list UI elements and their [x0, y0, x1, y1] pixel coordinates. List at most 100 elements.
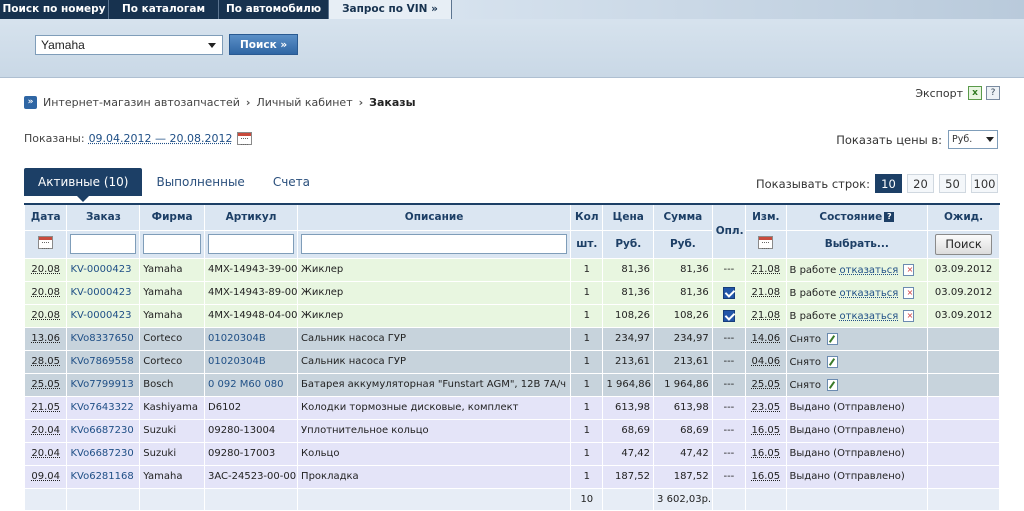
- edit-note-icon[interactable]: [827, 378, 839, 391]
- table-row[interactable]: 21.05 KVo7643322 Kashiyama D6102 Колодки тор…: [23, 395, 1000, 420]
- cell-paid: ---: [711, 441, 747, 466]
- rows-option-20[interactable]: 20: [907, 174, 934, 193]
- article-number: 4MX-14948-04-00: [208, 310, 298, 321]
- help-icon[interactable]: ?: [986, 86, 1000, 100]
- col-order-header[interactable]: Заказ: [66, 203, 141, 231]
- article-number[interactable]: 0 092 M60 080: [208, 379, 283, 390]
- cancel-document-icon[interactable]: ×: [903, 263, 915, 276]
- calendar-icon[interactable]: [236, 132, 252, 145]
- cell-paid: ---: [711, 257, 747, 282]
- col-firm-header[interactable]: Фирма: [139, 203, 205, 231]
- col-date-header[interactable]: Дата: [23, 203, 68, 231]
- tab-vin-request[interactable]: Запрос по VIN »: [329, 0, 452, 19]
- total-qty: 10: [570, 487, 604, 511]
- table-row[interactable]: 20.08 KV-0000423 Yamaha 4MX-14943-89-00 Жикл…: [23, 280, 1000, 305]
- total-empty-cell: [203, 487, 299, 511]
- order-number-link[interactable]: KVo6281168: [70, 471, 133, 482]
- rows-per-page-label: Показывать строк:: [755, 176, 870, 191]
- search-button[interactable]: Поиск »: [229, 34, 299, 55]
- table-row[interactable]: 20.04 KVo6687230 Suzuki 09280-17003 Кольцо 1 4…: [23, 441, 1000, 466]
- cell-changed: 25.05: [745, 372, 787, 397]
- article-filter-input[interactable]: [208, 234, 295, 254]
- order-number-link[interactable]: KV-0000423: [70, 287, 131, 298]
- cell-state: Выдано (Отправлено): [785, 464, 929, 489]
- excel-export-icon[interactable]: x: [968, 86, 982, 100]
- breadcrumb-cabinet[interactable]: Личный кабинет: [256, 96, 352, 109]
- order-number-link[interactable]: KVo8337650: [70, 333, 133, 344]
- paid-checkbox[interactable]: [722, 309, 735, 322]
- cell-expected: 03.09.2012: [927, 303, 1000, 328]
- col-paid-header[interactable]: Опл.: [711, 203, 747, 259]
- cell-expected: [927, 372, 1000, 397]
- cancel-order-link[interactable]: отказаться: [840, 288, 899, 299]
- order-number-link[interactable]: KVo7799913: [70, 379, 133, 390]
- col-expected-header[interactable]: Ожид.: [927, 203, 1000, 231]
- cancel-order-link[interactable]: отказаться: [840, 311, 899, 322]
- cell-price: 68,69: [602, 418, 655, 443]
- order-number-link[interactable]: KVo6687230: [70, 425, 133, 436]
- status-text: В работе: [789, 264, 837, 276]
- edit-note-icon[interactable]: [827, 355, 839, 368]
- order-filter-input[interactable]: [70, 234, 137, 254]
- state-filter-select[interactable]: Выбрать...: [785, 229, 929, 259]
- table-row[interactable]: 28.05 KVo7869558 Corteco 01020304B Сальник н…: [23, 349, 1000, 374]
- order-number-link[interactable]: KV-0000423: [70, 264, 131, 275]
- col-description-header[interactable]: Описание: [297, 203, 572, 231]
- help-icon[interactable]: ?: [884, 212, 895, 223]
- tab-by-catalogs[interactable]: По каталогам: [109, 0, 219, 19]
- cell-firm: Kashiyama: [139, 395, 205, 420]
- col-sum-header[interactable]: Сумма: [653, 203, 713, 231]
- calendar-icon[interactable]: [38, 236, 54, 249]
- order-number-link[interactable]: KVo7643322: [70, 402, 133, 413]
- filter-search-button[interactable]: Поиск: [935, 233, 992, 255]
- cancel-document-icon[interactable]: ×: [903, 309, 915, 322]
- col-qty-header[interactable]: Кол: [570, 203, 604, 231]
- rows-option-10[interactable]: 10: [875, 174, 902, 193]
- tab-completed-orders[interactable]: Выполненные: [142, 168, 258, 196]
- currency-select[interactable]: Руб.: [948, 130, 998, 149]
- rows-option-50[interactable]: 50: [939, 174, 966, 193]
- rows-option-100[interactable]: 100: [971, 174, 998, 193]
- col-changed-header[interactable]: Изм.: [745, 203, 787, 231]
- cancel-document-icon[interactable]: ×: [903, 286, 915, 299]
- article-number[interactable]: 01020304B: [208, 356, 266, 367]
- paid-checkbox[interactable]: [722, 286, 735, 299]
- cell-description: Уплотнительное кольцо: [297, 418, 572, 443]
- cancel-order-link[interactable]: отказаться: [840, 265, 899, 276]
- description-filter-cell: [297, 229, 572, 259]
- period-range-link[interactable]: 09.04.2012 — 20.08.2012: [89, 132, 233, 145]
- tab-search-by-number[interactable]: Поиск по номеру: [0, 0, 109, 19]
- cell-expected: 03.09.2012: [927, 280, 1000, 305]
- table-row[interactable]: 20.08 KV-0000423 Yamaha 4MX-14948-04-00 Жикл…: [23, 303, 1000, 328]
- tab-invoices[interactable]: Счета: [259, 168, 324, 196]
- tab-active-orders[interactable]: Активные (10): [24, 168, 143, 202]
- breadcrumb-shop[interactable]: Интернет-магазин автозапчастей: [43, 96, 240, 109]
- cell-description: Сальник насоса ГУР: [297, 326, 572, 351]
- table-row[interactable]: 25.05 KVo7799913 Bosch 0 092 M60 080 Батарея…: [23, 372, 1000, 397]
- table-row[interactable]: 20.08 KV-0000423 Yamaha 4MX-14943-39-00 Жикл…: [23, 257, 1000, 282]
- paid-value: ---: [723, 425, 735, 436]
- firm-filter-input[interactable]: [143, 234, 201, 254]
- col-price-header[interactable]: Цена: [602, 203, 655, 231]
- table-row[interactable]: 13.06 KVo8337650 Corteco 01020304B Сальник н…: [23, 326, 1000, 351]
- paid-value: ---: [723, 471, 735, 482]
- description-filter-input[interactable]: [301, 234, 568, 254]
- brand-select[interactable]: Yamaha: [35, 34, 223, 55]
- table-row[interactable]: 20.04 KVo6687230 Suzuki 09280-13004 Уплотнит…: [23, 418, 1000, 443]
- order-number-link[interactable]: KVo6687230: [70, 448, 133, 459]
- edit-note-icon[interactable]: [827, 332, 839, 345]
- col-article-header[interactable]: Артикул: [203, 203, 299, 231]
- cell-qty: 1: [570, 395, 604, 420]
- tab-by-vehicle[interactable]: По автомобилю: [219, 0, 329, 19]
- col-state-header[interactable]: Состояние?: [785, 203, 929, 231]
- total-empty-cell: [602, 487, 655, 511]
- total-empty-cell: [23, 487, 68, 511]
- export-link[interactable]: Экспорт: [915, 87, 963, 100]
- order-number-link[interactable]: KVo7869558: [70, 356, 133, 367]
- article-number: 4MX-14943-89-00: [208, 287, 298, 298]
- table-row[interactable]: 09.04 KVo6281168 Yamaha 3AC-24523-00-00 Прок…: [23, 464, 1000, 489]
- chevron-down-icon: [208, 42, 216, 48]
- calendar-icon[interactable]: [758, 236, 774, 249]
- order-number-link[interactable]: KV-0000423: [70, 310, 131, 321]
- article-number[interactable]: 01020304B: [208, 333, 266, 344]
